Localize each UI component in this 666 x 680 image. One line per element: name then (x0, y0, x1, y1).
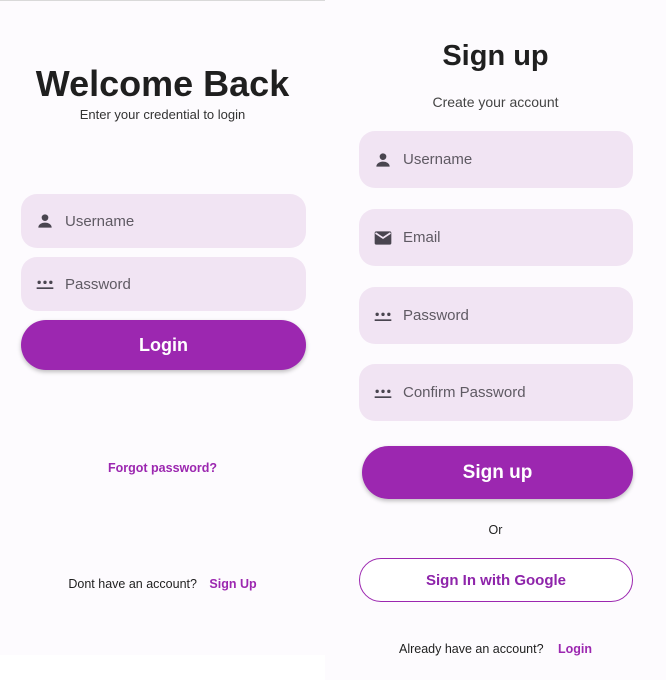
signup-confirm-password-field[interactable] (359, 364, 633, 421)
sign-up-link[interactable]: Sign Up (209, 577, 256, 591)
login-screen: Welcome Back Enter your credential to lo… (0, 0, 325, 655)
password-dots-icon (373, 383, 393, 403)
person-icon (373, 150, 393, 170)
password-dots-icon (35, 274, 55, 294)
login-password-field[interactable] (21, 257, 306, 311)
signup-subtitle: Create your account (432, 94, 559, 110)
no-account-text: Dont have an account? (68, 577, 197, 591)
google-signin-button[interactable]: Sign In with Google (359, 558, 633, 602)
or-divider: Or (325, 521, 666, 539)
signup-username-input[interactable] (403, 131, 633, 188)
signup-screen: Sign up Create your account Sign up Or S… (325, 0, 666, 680)
password-dots-icon (373, 306, 393, 326)
signup-prompt-row: Dont have an account? Sign Up (0, 575, 325, 593)
signup-email-field[interactable] (359, 209, 633, 266)
forgot-password-row: Forgot password? (0, 459, 325, 477)
person-icon (35, 211, 55, 231)
login-username-input[interactable] (65, 194, 306, 248)
signup-button[interactable]: Sign up (362, 446, 633, 499)
signup-email-input[interactable] (403, 209, 633, 266)
login-subtitle: Enter your credential to login (79, 107, 246, 122)
signup-password-input[interactable] (403, 287, 633, 344)
signup-title: Sign up (442, 40, 549, 72)
signup-password-field[interactable] (359, 287, 633, 344)
login-prompt-row: Already have an account? Login (325, 640, 666, 658)
login-link[interactable]: Login (558, 642, 592, 656)
signup-confirm-password-input[interactable] (403, 364, 633, 421)
login-button[interactable]: Login (21, 320, 306, 370)
signup-username-field[interactable] (359, 131, 633, 188)
have-account-text: Already have an account? (398, 642, 544, 656)
login-username-field[interactable] (21, 194, 306, 248)
email-icon (373, 228, 393, 248)
or-text: Or (488, 523, 503, 537)
login-title: Welcome Back (35, 63, 290, 104)
forgot-password-link[interactable]: Forgot password? (108, 461, 217, 475)
login-password-input[interactable] (65, 257, 306, 311)
